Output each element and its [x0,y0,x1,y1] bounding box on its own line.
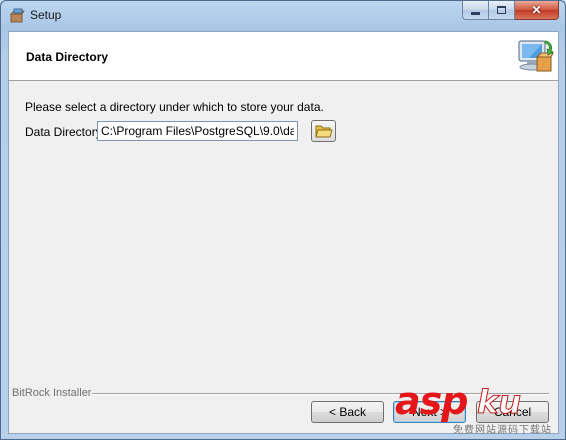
open-folder-icon [314,125,333,138]
footer-divider [92,393,549,395]
installer-brand: BitRock Installer [12,387,92,399]
data-directory-label: Data Directory [25,125,102,139]
browse-button[interactable] [311,120,336,142]
caption-buttons: ✕ [462,1,559,20]
dialog-body: Data Directory Please select a directory… [8,31,559,434]
title-bar[interactable]: Setup ✕ [1,1,565,31]
close-icon: ✕ [531,3,542,17]
maximize-button[interactable] [489,1,515,20]
close-button[interactable]: ✕ [515,1,559,20]
page-title: Data Directory [26,50,109,64]
window-title: Setup [30,8,62,22]
instruction-text: Please select a directory under which to… [25,100,324,114]
maximize-icon [497,6,506,14]
cancel-button[interactable]: Cancel [476,401,549,423]
data-directory-input[interactable] [97,121,298,141]
minimize-button[interactable] [462,1,489,20]
back-button[interactable]: < Back [311,401,384,423]
setup-box-icon [10,8,25,23]
page-header: Data Directory [9,32,558,81]
minimize-icon [471,11,480,15]
computer-install-icon [518,40,554,72]
setup-window: Setup ✕ Data Directory Please select a d… [0,0,566,440]
next-button[interactable]: Next > [393,401,466,423]
